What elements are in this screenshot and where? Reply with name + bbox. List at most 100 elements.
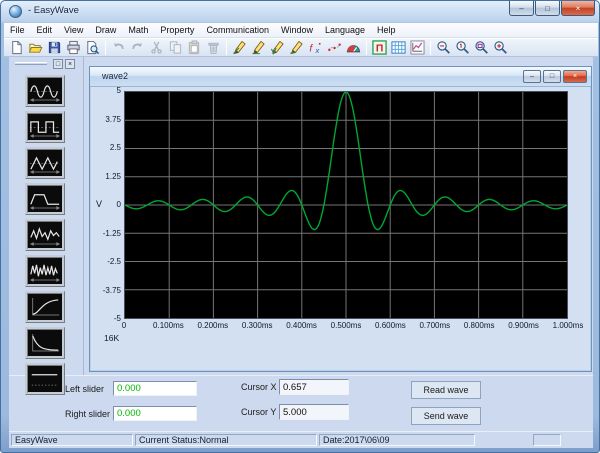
close-icon[interactable]: ×	[65, 59, 75, 69]
cursor-y-field[interactable]	[279, 404, 349, 420]
wave-toolbox-header[interactable]: □ ×	[13, 59, 79, 69]
toolbar: fx Π	[4, 38, 598, 57]
title-bar[interactable]: - EasyWave – □ ×	[1, 1, 599, 23]
toolbar-plot-button[interactable]	[408, 39, 427, 56]
wave2-title: wave2	[102, 71, 128, 81]
sidebar-divider	[83, 57, 84, 375]
toolbar-draw-vertical-button[interactable]	[268, 39, 287, 56]
toolbar-separator	[366, 41, 367, 55]
toolbar-save-button[interactable]	[45, 39, 64, 56]
toolbar-open-button[interactable]	[26, 39, 45, 56]
x-tick-label: 0.700ms	[419, 321, 450, 330]
toolbar-new-button[interactable]	[7, 39, 26, 56]
triangle-wave-icon	[28, 151, 62, 176]
toolbar-delete-button[interactable]	[204, 39, 223, 56]
left-slider-label: Left slider	[65, 384, 104, 394]
plot-icon	[410, 40, 425, 55]
wave-tool-triangle-button[interactable]	[25, 147, 65, 179]
toolbar-paste-button[interactable]	[185, 39, 204, 56]
status-date: Date:2017\06\09	[319, 434, 475, 446]
menu-file[interactable]: File	[4, 24, 31, 36]
toolbar-zoom-window-button[interactable]	[472, 39, 491, 56]
menu-edit[interactable]: Edit	[31, 24, 59, 36]
wave-tool-dc-button[interactable]	[25, 363, 65, 395]
window-controls: – □ ×	[508, 1, 595, 16]
toolbar-cut-button[interactable]	[147, 39, 166, 56]
wave2-window-controls: – □ ×	[521, 70, 587, 83]
wave-tool-exp-rise-button[interactable]	[25, 291, 65, 323]
toolbar-print-button[interactable]	[64, 39, 83, 56]
cursor-x-field[interactable]	[279, 379, 349, 395]
menu-draw[interactable]: Draw	[89, 24, 122, 36]
panel-divider	[9, 375, 593, 376]
left-slider-field[interactable]	[113, 381, 197, 396]
zoom-one-icon	[455, 40, 470, 55]
cursor-x-label: Cursor X	[241, 382, 277, 392]
wave2-title-bar[interactable]: wave2 – □ ×	[90, 67, 591, 87]
y-tick-label: 1.25	[105, 172, 121, 181]
toolbar-copy-button[interactable]	[166, 39, 185, 56]
wave-tool-arbitrary-button[interactable]	[25, 219, 65, 251]
toolbar-separator	[226, 41, 227, 55]
pulse-wave-icon	[28, 187, 62, 212]
x-tick-label: 0.100ms	[153, 321, 184, 330]
x-axis-ticks: 00.100ms0.200ms0.300ms0.400ms0.500ms0.60…	[124, 321, 570, 331]
menu-window[interactable]: Window	[275, 24, 319, 36]
wave-tool-pulse-button[interactable]	[25, 183, 65, 215]
toolbar-draw-freehand-button[interactable]	[287, 39, 306, 56]
toolbar-redo-button[interactable]	[128, 39, 147, 56]
minimize-icon[interactable]: –	[509, 1, 534, 16]
menu-math[interactable]: Math	[122, 24, 154, 36]
toolbar-zoom-out-button[interactable]	[434, 39, 453, 56]
wave2-window: wave2 – □ × 53.752.51.250-1.25-2.5-3.75-…	[89, 66, 592, 372]
toolbar-draw-horizontal-button[interactable]	[249, 39, 268, 56]
close-icon[interactable]: ×	[563, 70, 587, 83]
menu-communication[interactable]: Communication	[200, 24, 275, 36]
svg-text:f: f	[309, 44, 313, 55]
toolbar-equation-button[interactable]: fx	[306, 39, 325, 56]
toolbar-zoom-one-button[interactable]	[453, 39, 472, 56]
wave-tool-sine-button[interactable]	[25, 75, 65, 107]
toolbar-grid-button[interactable]	[389, 39, 408, 56]
paste-icon	[187, 40, 202, 55]
x-tick-label: 0.300ms	[242, 321, 273, 330]
window-title: - EasyWave	[28, 5, 79, 16]
wave-tool-exp-fall-button[interactable]	[25, 327, 65, 359]
restore-icon[interactable]: □	[53, 59, 63, 69]
toolbar-undo-button[interactable]	[109, 39, 128, 56]
toolbar-separator	[430, 41, 431, 55]
right-slider-field[interactable]	[113, 406, 197, 421]
toolbar-draw-points-button[interactable]	[325, 39, 344, 56]
toolbar-draw-line-button[interactable]	[230, 39, 249, 56]
maximize-icon[interactable]: □	[535, 1, 560, 16]
dc-wave-icon	[28, 367, 62, 392]
waveform-plot[interactable]	[124, 91, 568, 319]
draw-freehand-icon	[289, 40, 304, 55]
points-count-label: 16K	[104, 333, 119, 343]
minimize-icon[interactable]: –	[523, 70, 541, 83]
wave-tool-noise-button[interactable]	[25, 255, 65, 287]
toolbar-zoom-in-button[interactable]	[491, 39, 510, 56]
maximize-icon[interactable]: □	[543, 70, 561, 83]
menu-language[interactable]: Language	[319, 24, 371, 36]
y-tick-label: 3.75	[105, 115, 121, 124]
cut-icon	[149, 40, 164, 55]
toolbar-print-preview-button[interactable]	[83, 39, 102, 56]
redo-icon	[130, 40, 145, 55]
x-tick-label: 0	[122, 321, 126, 330]
menu-help[interactable]: Help	[371, 24, 402, 36]
read-wave-button[interactable]: Read wave	[411, 381, 481, 399]
toolbar-pi-button[interactable]: Π	[370, 39, 389, 56]
send-wave-button[interactable]: Send wave	[411, 407, 481, 425]
y-tick-label: 5	[117, 86, 121, 95]
exp-fall-wave-icon	[28, 331, 62, 356]
equation-icon: fx	[308, 40, 323, 55]
close-icon[interactable]: ×	[561, 1, 595, 16]
toolbar-meter-button[interactable]	[344, 39, 363, 56]
y-tick-label: 0	[117, 200, 121, 209]
wave-tool-square-button[interactable]	[25, 111, 65, 143]
menu-view[interactable]: View	[58, 24, 89, 36]
menu-property[interactable]: Property	[154, 24, 200, 36]
cursor-y-label: Cursor Y	[241, 407, 276, 417]
arbitrary-wave-icon	[28, 223, 62, 248]
